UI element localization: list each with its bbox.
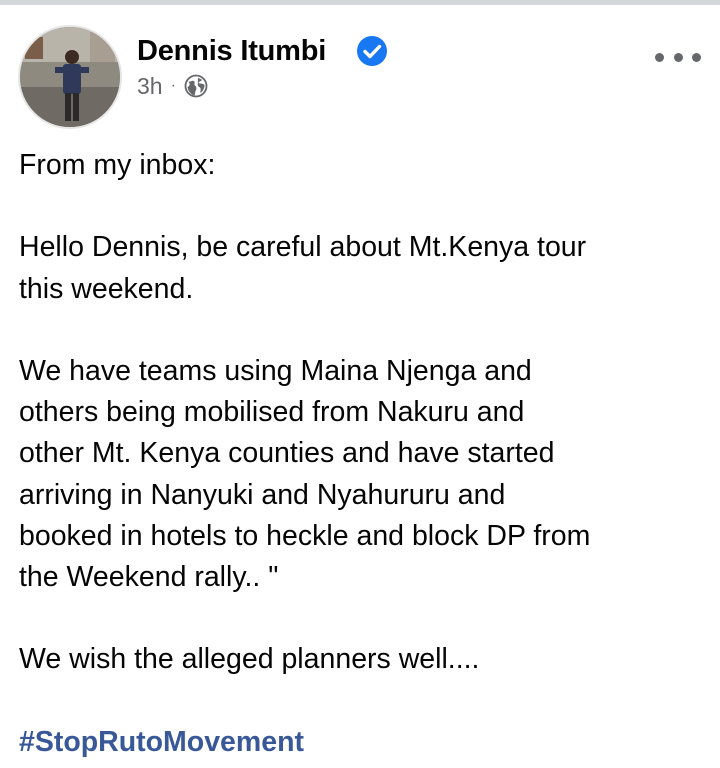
post-paragraph: From my inbox: [19, 149, 216, 181]
hashtag-line: #StopRutoMovement [19, 722, 709, 763]
post-text: From my inbox: Hello Dennis, be careful … [19, 145, 709, 763]
meta-separator: · [170, 77, 176, 94]
avatar[interactable] [18, 25, 122, 129]
post-paragraph: We have teams using Maina Njenga and oth… [19, 355, 591, 594]
timestamp[interactable]: 3h [137, 73, 163, 100]
author-name[interactable]: Dennis Itumbi [137, 35, 326, 68]
verified-badge-icon [357, 36, 387, 66]
globe-icon[interactable] [184, 74, 208, 98]
post-header: Dennis Itumbi 3h · [0, 5, 720, 129]
post-meta: 3h · [137, 71, 208, 101]
post-paragraph: Hello Dennis, be careful about Mt.Kenya … [19, 231, 587, 305]
hashtag-link[interactable]: #StopRutoMovement [19, 726, 304, 758]
more-options-icon[interactable] [655, 47, 701, 67]
post-paragraph: We wish the alleged planners well.... [19, 643, 480, 676]
